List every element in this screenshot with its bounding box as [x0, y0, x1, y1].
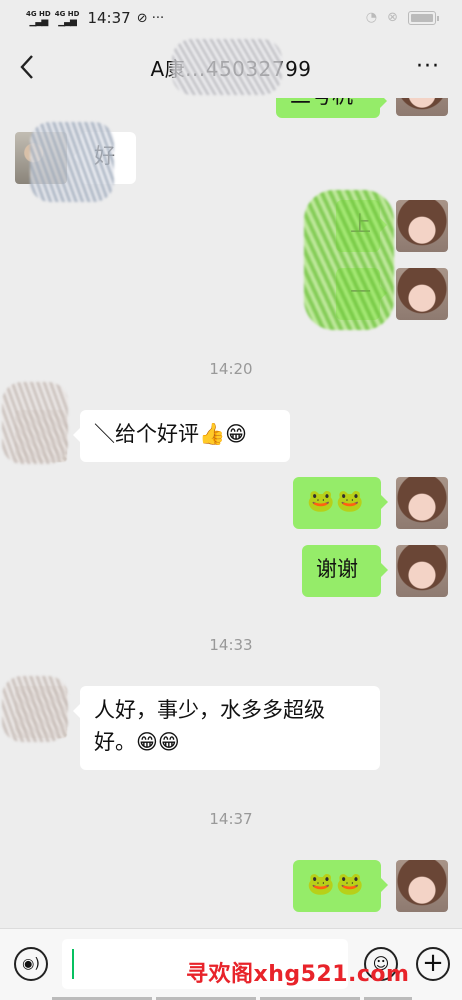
redaction-smudge [30, 122, 114, 202]
message-text: 人好，事少，水多多超级好。😁😁 [94, 698, 325, 754]
avatar[interactable] [396, 98, 448, 116]
chat-header: A康...45032799 ··· [0, 36, 462, 98]
message-bubble[interactable]: 🐸🐸 [293, 860, 388, 912]
message-bubble[interactable]: 人好，事少，水多多超级好。😁😁 [73, 686, 380, 770]
status-time: 14:37 [87, 9, 131, 27]
message-text: 🐸🐸 [307, 489, 366, 514]
message-text: ＼给个好评👍😁 [94, 422, 248, 446]
message-bubble[interactable]: 二号机 [276, 98, 387, 118]
text-caret [72, 949, 74, 979]
message-text: 二号机 [290, 98, 353, 108]
timestamp: 14:20 [209, 360, 253, 378]
message-bubble[interactable]: 谢谢 [302, 545, 388, 597]
timestamp: 14:37 [209, 810, 253, 828]
alarm-icon: ⊗ [387, 10, 398, 25]
status-bar: 4G HD ▁▃▅ 4G HD ▁▃▅ 14:37 ⊘ ··· ◔ ⊗ [0, 0, 462, 36]
avatar[interactable] [396, 477, 448, 529]
battery-icon [408, 10, 439, 25]
status-right: ◔ ⊗ [365, 10, 439, 25]
redaction-smudge [2, 676, 68, 742]
signal-bars-icon: ▁▃▅ [29, 17, 48, 27]
watermark: 寻欢阁xhg521.com [186, 962, 410, 987]
avatar[interactable] [396, 860, 448, 912]
redaction-smudge [2, 382, 68, 464]
plus-icon[interactable]: + [416, 947, 450, 981]
avatar[interactable] [396, 200, 448, 252]
voice-icon[interactable]: ◉) [14, 947, 48, 981]
message-bubble[interactable]: ＼给个好评👍😁 [73, 410, 290, 462]
avatar[interactable] [396, 268, 448, 320]
timestamp: 14:33 [209, 636, 253, 654]
message-text: 谢谢 [316, 557, 358, 581]
message-bubble[interactable]: 🐸🐸 [293, 477, 388, 529]
signal-bars-icon: ▁▃▅ [58, 17, 77, 27]
status-extra-icons: ⊘ ··· [136, 10, 165, 26]
message-row: 二号机 [0, 98, 462, 118]
redaction-smudge [172, 38, 283, 95]
network-indicator-1: 4G HD ▁▃▅ [26, 10, 51, 27]
more-options-button[interactable]: ··· [416, 54, 440, 79]
message-text: 🐸🐸 [307, 872, 366, 897]
avatar[interactable] [396, 545, 448, 597]
chevron-left-icon [20, 55, 33, 79]
network-indicator-2: 4G HD ▁▃▅ [55, 10, 80, 27]
redaction-smudge [304, 190, 394, 330]
back-button[interactable] [14, 52, 42, 82]
wifi-icon: ◔ [365, 10, 378, 25]
chat-title[interactable]: A康...45032799 [150, 38, 311, 95]
